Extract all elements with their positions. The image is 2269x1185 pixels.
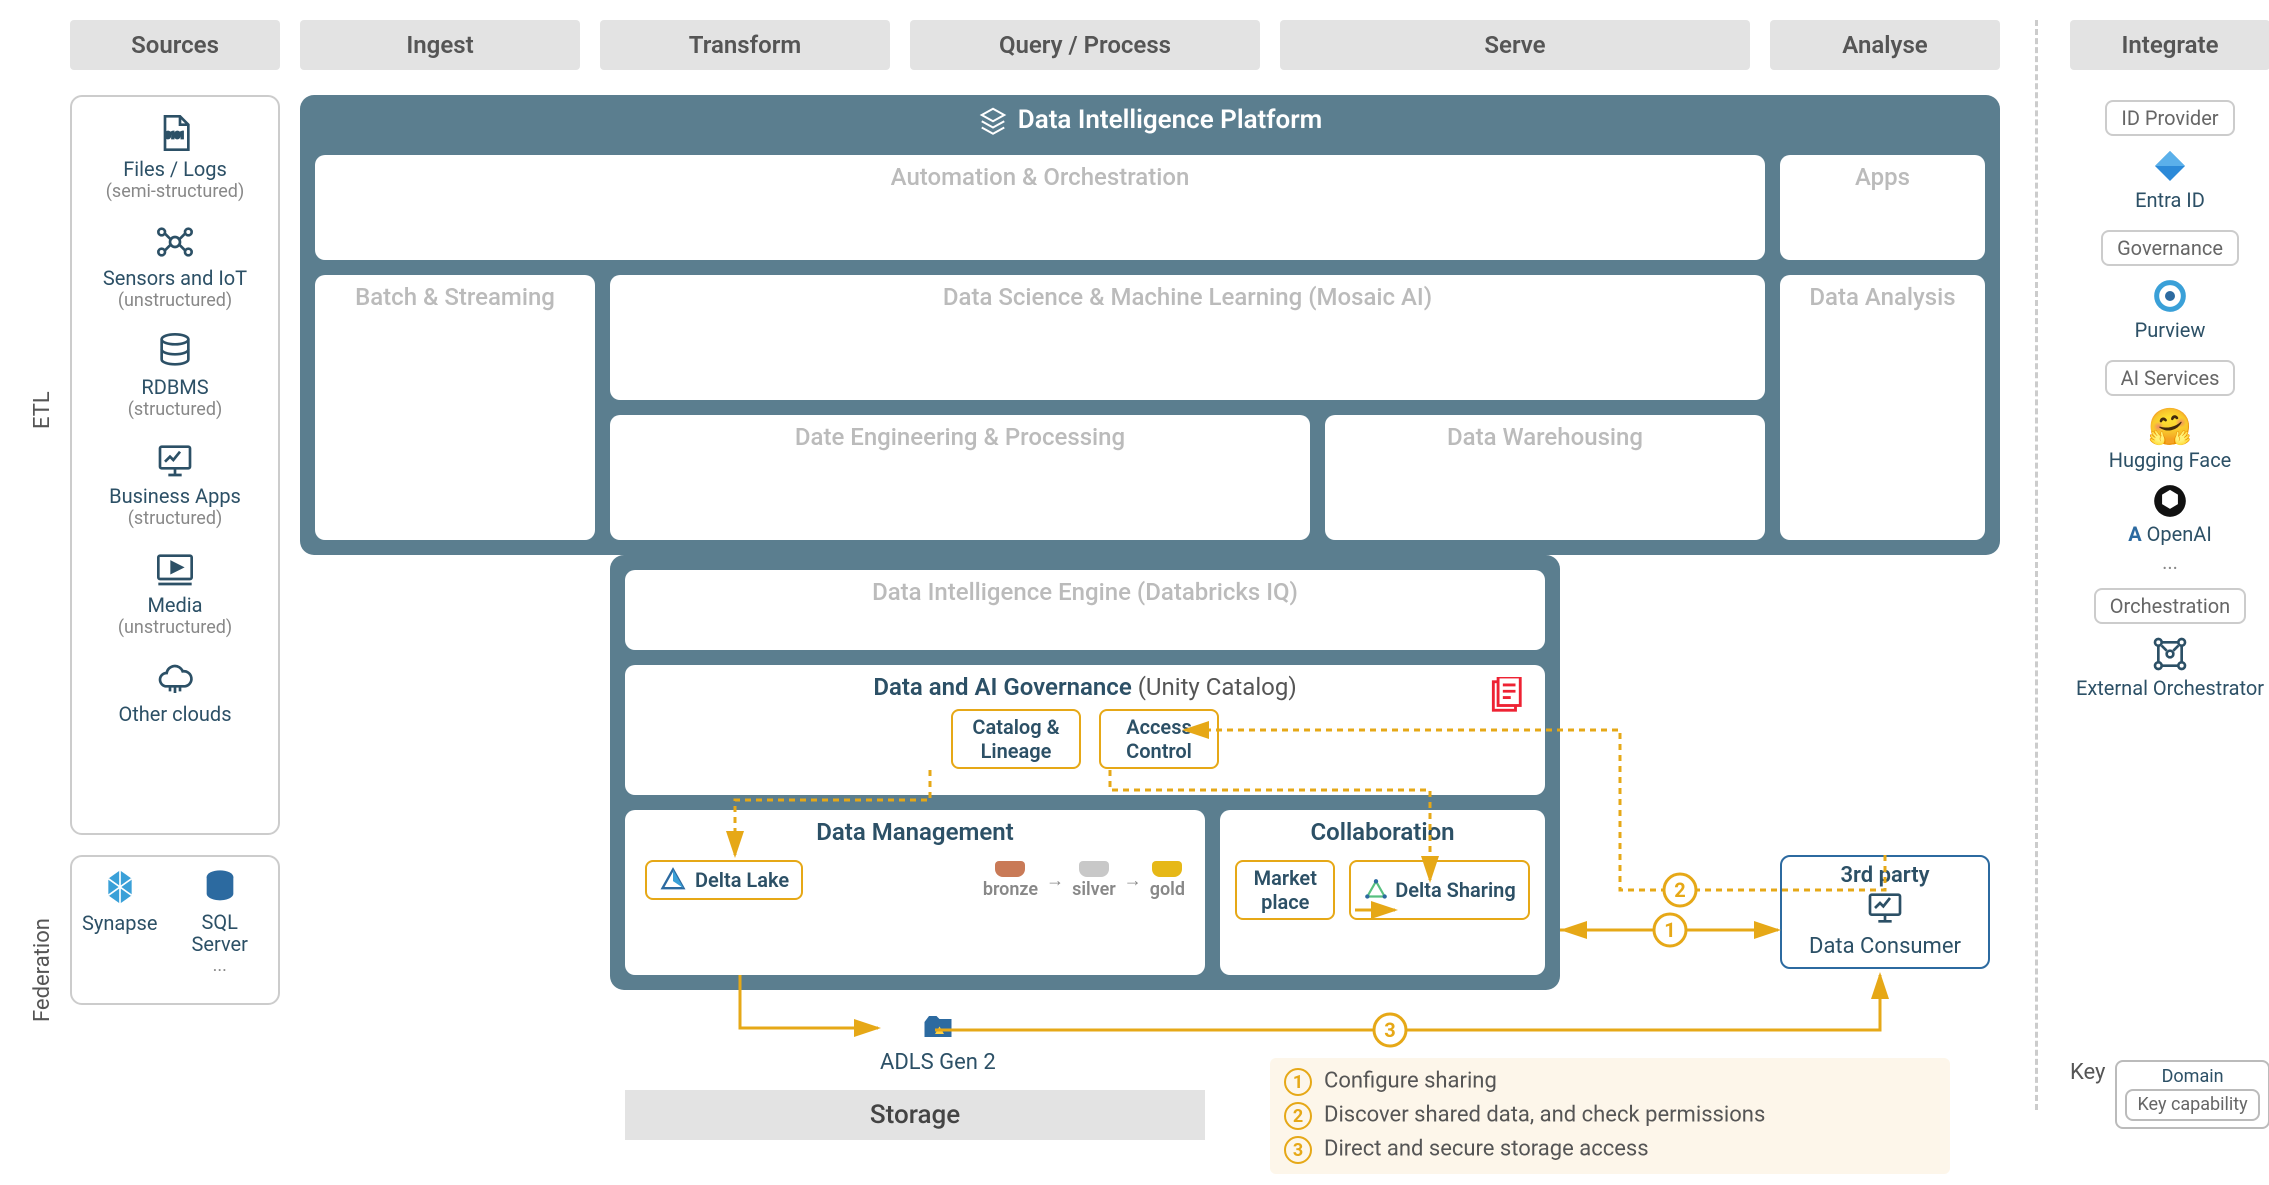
catalog-icon <box>1487 677 1525 715</box>
fed-sqlserver-label: SQL Server <box>171 911 268 955</box>
src-rdbms-sub: (structured) <box>78 399 272 420</box>
svg-text:2: 2 <box>1674 878 1685 902</box>
svg-text:1: 1 <box>1664 918 1675 942</box>
src-sensors: Sensors and IoT (unstructured) <box>78 222 272 311</box>
box-dsml: Data Science & Machine Learning (Mosaic … <box>610 275 1765 400</box>
src-files-sub: (semi-structured) <box>78 181 272 202</box>
chip-marketplace: Market place <box>1235 860 1335 920</box>
adls-label: ADLS Gen 2 <box>880 1010 996 1075</box>
src-sensors-sub: (unstructured) <box>78 290 272 311</box>
stage-transform: Transform <box>600 20 890 70</box>
box-apps: Apps <box>1780 155 1985 260</box>
entra-icon <box>2148 146 2192 186</box>
delta-sharing-icon <box>1363 877 1389 903</box>
box-governance: Data and AI Governance (Unity Catalog) C… <box>625 665 1545 795</box>
src-sensors-title: Sensors and IoT <box>78 266 272 290</box>
int-openai: A OpenAI <box>2070 482 2269 546</box>
consumer-icon <box>1863 888 1907 928</box>
int-more: ... <box>2070 550 2269 574</box>
delta-lake-icon <box>659 866 687 894</box>
int-idp: ID Provider <box>2105 100 2234 136</box>
openai-icon <box>2151 482 2189 520</box>
adls-icon <box>916 1010 960 1046</box>
integrate-column: ID Provider Entra ID Governance Purview … <box>2070 100 2269 700</box>
svg-text:0101: 0101 <box>166 131 185 141</box>
src-bapps: Business Apps (structured) <box>78 440 272 529</box>
medallion-tiers: bronze → silver → gold <box>983 861 1185 900</box>
chip-delta-lake: Delta Lake <box>645 860 803 900</box>
box-batch: Batch & Streaming <box>315 275 595 540</box>
layers-icon <box>978 105 1008 135</box>
src-clouds: Other clouds <box>78 658 272 726</box>
storage-bar: Storage <box>625 1090 1205 1140</box>
orchestrator-icon <box>2148 634 2192 674</box>
box-dwh: Data Warehousing <box>1325 415 1765 540</box>
sources-panel: 0101 Files / Logs (semi-structured) Sens… <box>70 95 280 835</box>
fed-more: ... <box>171 955 268 976</box>
box-analysis: Data Analysis <box>1780 275 1985 540</box>
label-federation: Federation <box>30 880 55 1060</box>
label-etl: ETL <box>30 310 55 510</box>
fed-synapse: Synapse <box>82 867 157 993</box>
stage-ingest: Ingest <box>300 20 580 70</box>
stage-query: Query / Process <box>910 20 1260 70</box>
int-orch: Orchestration <box>2094 588 2246 624</box>
int-hf: 🤗 Hugging Face <box>2070 406 2269 472</box>
third-party-box: 3rd party Data Consumer <box>1780 855 1990 969</box>
src-media-title: Media <box>78 593 272 617</box>
platform-title: Data Intelligence Platform <box>300 95 2000 145</box>
box-collab: Collaboration Market place Delta Sharing <box>1220 810 1545 975</box>
platform-lower: Data Intelligence Engine (Databricks IQ)… <box>610 555 1560 990</box>
box-automation: Automation & Orchestration <box>315 155 1765 260</box>
int-gov: Governance <box>2101 230 2239 266</box>
chip-access-control: Access Control <box>1099 709 1219 769</box>
svg-text:3: 3 <box>1384 1018 1395 1042</box>
src-media: Media (unstructured) <box>78 549 272 638</box>
federation-panel: Synapse SQL Server ... <box>70 855 280 1005</box>
stage-serve: Serve <box>1280 20 1750 70</box>
src-bapps-title: Business Apps <box>78 484 272 508</box>
src-media-sub: (unstructured) <box>78 617 272 638</box>
purview-icon <box>2148 276 2192 316</box>
src-rdbms-title: RDBMS <box>78 375 272 399</box>
fed-synapse-label: Synapse <box>82 911 157 935</box>
stage-integrate: Integrate <box>2070 20 2269 70</box>
int-entra: Entra ID <box>2070 146 2269 212</box>
src-files-title: Files / Logs <box>78 157 272 181</box>
src-rdbms: RDBMS (structured) <box>78 331 272 420</box>
chip-catalog-lineage: Catalog & Lineage <box>951 709 1081 769</box>
legend-steps: 1Configure sharing 2Discover shared data… <box>1270 1058 1950 1174</box>
int-ai: AI Services <box>2105 360 2236 396</box>
src-bapps-sub: (structured) <box>78 508 272 529</box>
box-data-mgmt: Data Management Delta Lake bronze → silv… <box>625 810 1205 975</box>
int-purview: Purview <box>2070 276 2269 342</box>
chip-delta-sharing: Delta Sharing <box>1349 860 1529 920</box>
box-engine: Data Intelligence Engine (Databricks IQ) <box>625 570 1545 650</box>
box-eng: Date Engineering & Processing <box>610 415 1310 540</box>
stage-sources: Sources <box>70 20 280 70</box>
fed-sqlserver: SQL Server ... <box>171 867 268 993</box>
int-ext-orch: External Orchestrator <box>2070 634 2269 700</box>
stage-analyse: Analyse <box>1770 20 2000 70</box>
platform-upper: Data Intelligence Platform Automation & … <box>300 95 2000 555</box>
src-clouds-title: Other clouds <box>78 702 272 726</box>
src-files: 0101 Files / Logs (semi-structured) <box>78 113 272 202</box>
legend-key: Key Domain Key capability <box>2070 1060 2269 1129</box>
integrate-divider <box>2035 20 2038 1110</box>
